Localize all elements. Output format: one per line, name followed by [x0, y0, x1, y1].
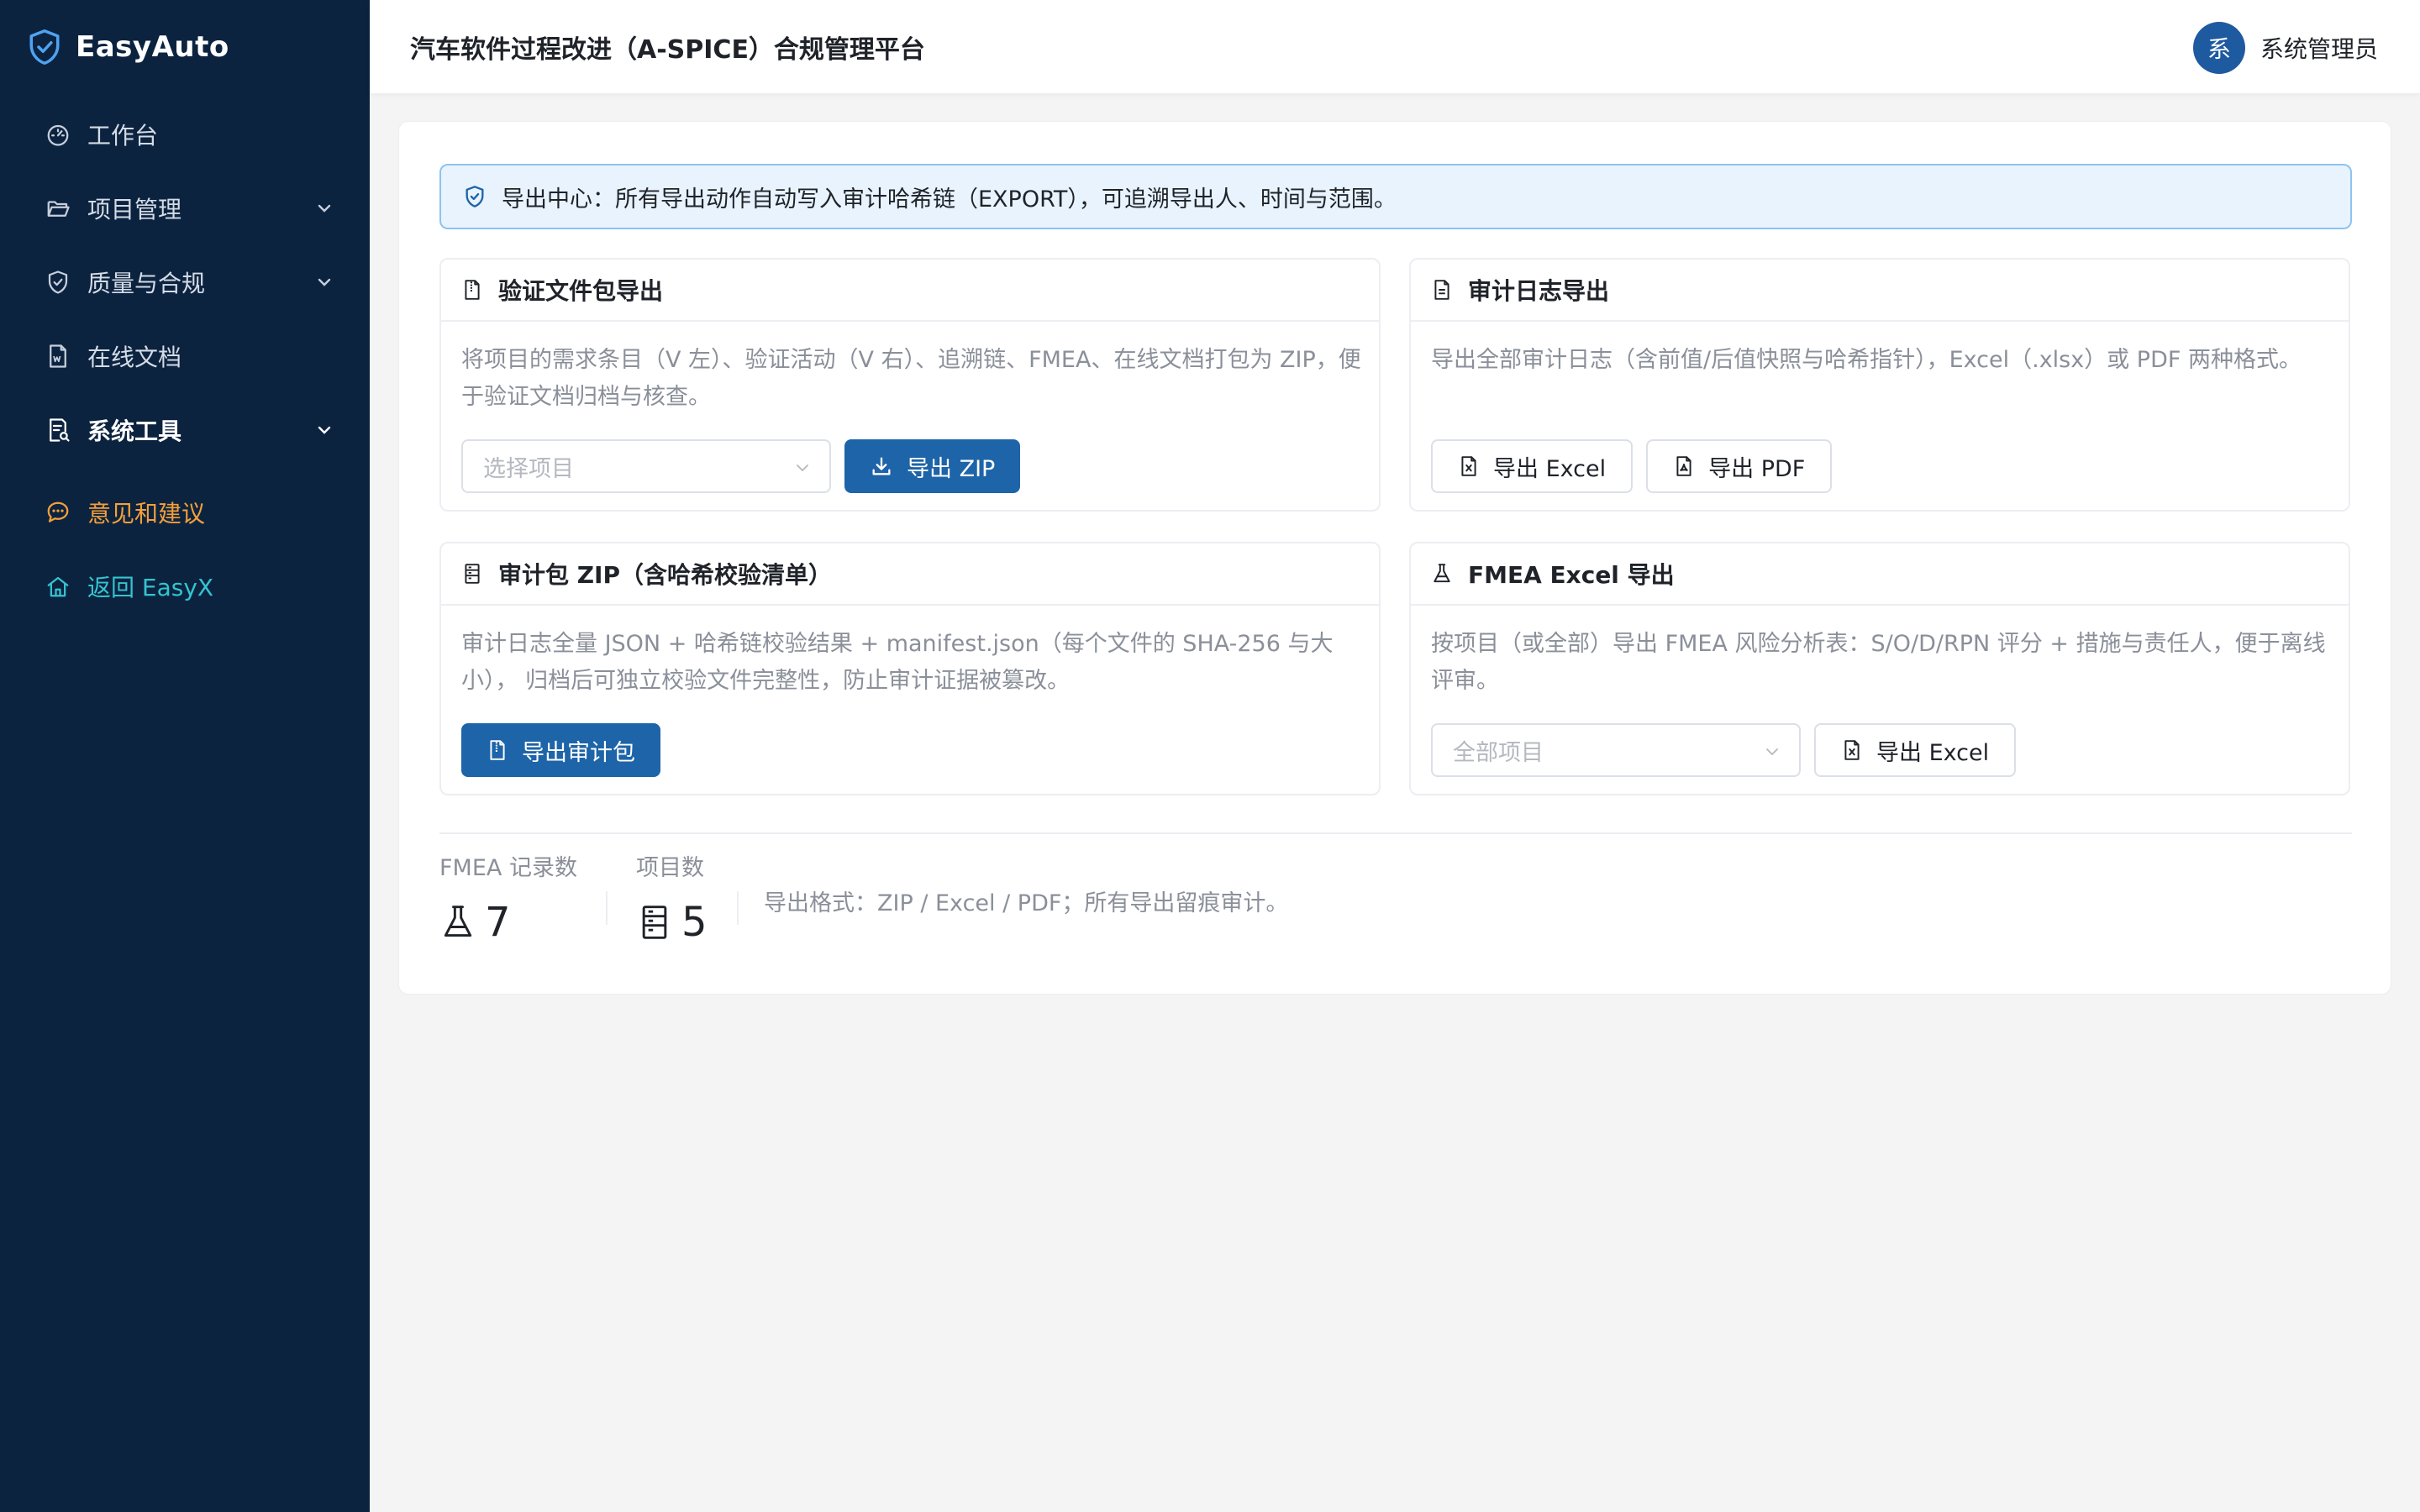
chevron-down-icon	[1762, 742, 1782, 762]
panel-description: 按项目（或全部）导出 FMEA 风险分析表：S/O/D/RPN 评分 + 措施与…	[1431, 631, 2326, 694]
sidebar-item-label: 项目管理	[87, 196, 182, 223]
export-zip-button[interactable]: 导出 ZIP	[844, 439, 1021, 493]
button-label: 导出审计包	[522, 739, 635, 766]
panel-title: 验证文件包导出	[498, 277, 664, 305]
project-select[interactable]: 选择项目	[461, 439, 831, 493]
word-document-icon	[45, 344, 71, 369]
panel-header: 审计日志导出	[1411, 260, 2349, 322]
panel-description: 将项目的需求条目（V 左）、验证活动（V 右）、追溯链、FMEA、在线文档打包为…	[461, 347, 1361, 410]
chevron-down-icon[interactable]	[314, 272, 334, 292]
divider	[439, 832, 2352, 834]
button-label: 导出 Excel	[1876, 739, 1990, 766]
divider	[606, 891, 608, 925]
folder-open-icon	[45, 196, 71, 221]
stat-projects: 项目数 5	[636, 849, 708, 946]
panel-fmea-export: FMEA Excel 导出 按项目（或全部）导出 FMEA 风险分析表：S/O/…	[1409, 542, 2350, 795]
panel-title: 审计包 ZIP（含哈希校验清单）	[498, 561, 832, 589]
chat-bubble-icon	[45, 500, 71, 525]
file-excel-icon	[1841, 738, 1863, 762]
sidebar-item-label: 在线文档	[87, 344, 182, 371]
select-placeholder: 全部项目	[1453, 739, 1544, 766]
sidebar-item-label: 系统工具	[87, 417, 182, 445]
stat-value: 5	[681, 899, 708, 946]
topbar: 汽车软件过程改进（A-SPICE）合规管理平台 系 系统管理员	[370, 0, 2420, 94]
app-logo[interactable]: EasyAuto	[27, 24, 229, 71]
shield-check-icon	[45, 270, 71, 295]
user-menu[interactable]: 系 系统管理员	[2192, 22, 2378, 74]
panel-title: FMEA Excel 导出	[1468, 561, 1675, 589]
button-label: 导出 PDF	[1708, 455, 1806, 482]
alert-text: 导出中心：所有导出动作自动写入审计哈希链（EXPORT），可追溯导出人、时间与范…	[502, 186, 1397, 213]
export-audit-package-button[interactable]: 导出审计包	[461, 723, 660, 777]
sidebar: EasyAuto 工作台 项目管理 质量与合规 在线文档 系统工具 意见和建议 …	[0, 0, 370, 1512]
sidebar-item-online-docs[interactable]: 在线文档	[0, 324, 370, 388]
select-placeholder: 选择项目	[483, 455, 574, 482]
info-alert: 导出中心：所有导出动作自动写入审计哈希链（EXPORT），可追溯导出人、时间与范…	[439, 164, 2352, 229]
panel-header: 审计包 ZIP（含哈希校验清单）	[441, 543, 1379, 606]
export-fmea-excel-button[interactable]: 导出 Excel	[1814, 723, 2017, 777]
database-icon	[461, 562, 498, 585]
sidebar-item-label: 返回 EasyX	[87, 574, 214, 601]
dashboard-icon	[45, 122, 71, 147]
export-pdf-button[interactable]: 导出 PDF	[1646, 439, 1833, 493]
stat-fmea-records: FMEA 记录数 7	[439, 849, 577, 946]
flask-icon	[439, 902, 476, 942]
file-zip-icon	[461, 278, 498, 302]
divider	[737, 891, 739, 925]
page-title: 汽车软件过程改进（A-SPICE）合规管理平台	[410, 35, 925, 65]
panel-title: 审计日志导出	[1468, 277, 1610, 305]
document-text-icon	[1431, 278, 1468, 302]
sidebar-item-feedback[interactable]: 意见和建议	[0, 480, 370, 544]
panel-header: FMEA Excel 导出	[1411, 543, 2349, 606]
export-format-note: 导出格式：ZIP / Excel / PDF；所有导出留痕审计。	[764, 890, 1289, 916]
chevron-down-icon[interactable]	[314, 198, 334, 218]
avatar[interactable]: 系	[2192, 22, 2245, 74]
sidebar-item-back-easyx[interactable]: 返回 EasyX	[0, 554, 370, 618]
button-label: 导出 ZIP	[907, 455, 996, 482]
panel-verification-export: 验证文件包导出 将项目的需求条目（V 左）、验证活动（V 右）、追溯链、FMEA…	[439, 258, 1381, 512]
user-name[interactable]: 系统管理员	[2260, 31, 2378, 65]
sidebar-item-label: 质量与合规	[87, 270, 206, 297]
chevron-down-icon[interactable]	[314, 420, 334, 440]
sidebar-item-system-tools[interactable]: 系统工具	[0, 398, 370, 462]
flask-icon	[1431, 562, 1468, 585]
sidebar-item-label: 意见和建议	[87, 500, 206, 528]
export-center-card: 导出中心：所有导出动作自动写入审计哈希链（EXPORT），可追溯导出人、时间与范…	[398, 121, 2391, 995]
file-pdf-icon	[1673, 454, 1695, 478]
fmea-project-select[interactable]: 全部项目	[1431, 723, 1801, 777]
chevron-down-icon	[792, 458, 813, 478]
sidebar-item-label: 工作台	[87, 122, 159, 150]
panel-description: 导出全部审计日志（含前值/后值快照与哈希指针），Excel（.xlsx）或 PD…	[1431, 347, 2302, 373]
stat-label: 项目数	[636, 855, 704, 881]
shield-check-icon	[27, 28, 62, 66]
database-icon	[636, 902, 673, 942]
export-excel-button[interactable]: 导出 Excel	[1431, 439, 1634, 493]
app-name: EasyAuto	[76, 30, 229, 64]
home-icon	[45, 574, 71, 599]
stat-label: FMEA 记录数	[439, 855, 577, 881]
button-label: 导出 Excel	[1493, 455, 1607, 482]
panel-audit-package-export: 审计包 ZIP（含哈希校验清单） 审计日志全量 JSON + 哈希链校验结果 +…	[439, 542, 1381, 795]
tools-icon	[45, 417, 71, 443]
sidebar-item-workbench[interactable]: 工作台	[0, 102, 370, 166]
sidebar-item-quality[interactable]: 质量与合规	[0, 250, 370, 314]
file-zip-icon	[487, 738, 508, 762]
shield-check-icon	[463, 185, 502, 208]
stat-value: 7	[485, 899, 511, 946]
panel-description: 审计日志全量 JSON + 哈希链校验结果 + manifest.json（每个…	[461, 631, 1334, 694]
panel-audit-log-export: 审计日志导出 导出全部审计日志（含前值/后值快照与哈希指针），Excel（.xl…	[1409, 258, 2350, 512]
download-icon	[870, 454, 893, 478]
file-excel-icon	[1458, 454, 1480, 478]
panel-header: 验证文件包导出	[441, 260, 1379, 322]
sidebar-item-projects[interactable]: 项目管理	[0, 176, 370, 240]
